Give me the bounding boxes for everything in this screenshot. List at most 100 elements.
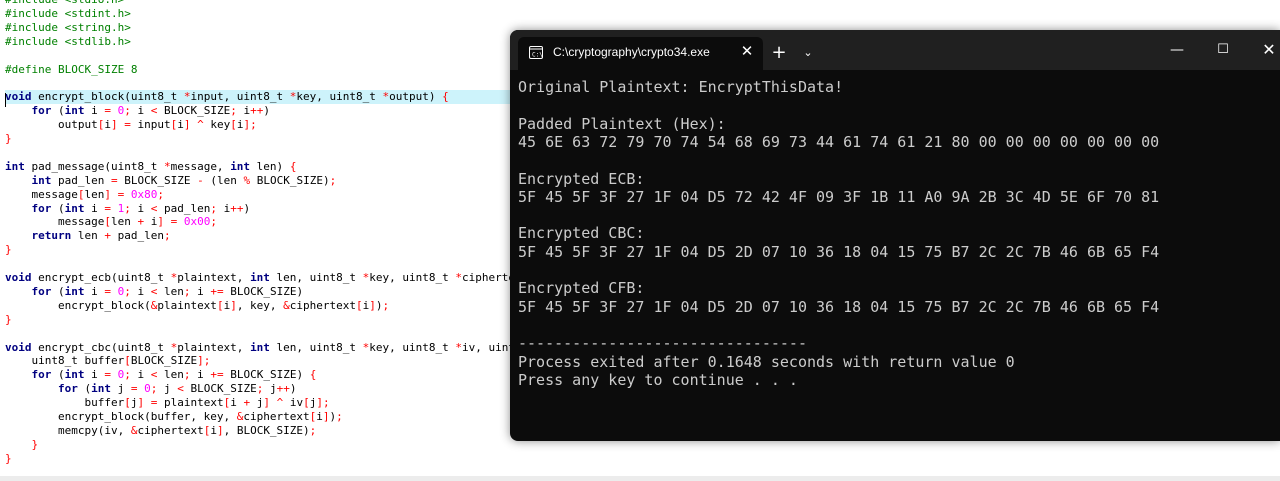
chevron-down-icon[interactable]: ⌄ bbox=[798, 42, 818, 64]
code-token: output) bbox=[389, 90, 443, 104]
terminal-window[interactable]: C:\ C:\cryptography\crypto34.exe ✕ + ⌄ —… bbox=[510, 30, 1280, 441]
code-token: [ bbox=[356, 298, 363, 312]
code-token: 0x80 bbox=[130, 187, 158, 201]
code-token: ; bbox=[124, 201, 131, 215]
code-token: encrypt_block(buffer, key, bbox=[5, 410, 237, 423]
code-token: ciphertext bbox=[137, 423, 204, 437]
code-token: = bbox=[104, 104, 111, 118]
code-token: = bbox=[124, 118, 131, 132]
code-token: { bbox=[442, 90, 449, 104]
code-token: ciphertext bbox=[289, 298, 357, 312]
console-line: Process exited after 0.1648 seconds with… bbox=[518, 352, 1015, 371]
code-token: ; bbox=[210, 215, 217, 229]
code-token: len bbox=[157, 284, 184, 298]
code-token: ] bbox=[369, 298, 376, 312]
code-token: ) bbox=[263, 104, 270, 118]
code-token: ] bbox=[104, 187, 111, 201]
code-line[interactable]: void encrypt_block(uint8_t *input, uint8… bbox=[5, 90, 510, 105]
code-token: int bbox=[64, 201, 85, 215]
code-token: pad_len bbox=[51, 173, 111, 187]
code-token: BLOCK_SIZE bbox=[183, 382, 257, 396]
code-token: 0 bbox=[144, 382, 151, 396]
code-token: message bbox=[5, 215, 105, 229]
code-token: ; bbox=[163, 229, 171, 243]
code-token: len bbox=[157, 368, 184, 382]
code-token: plaintext bbox=[157, 396, 224, 410]
code-token: ( bbox=[51, 284, 65, 298]
console-line: Encrypted CBC: bbox=[518, 224, 645, 243]
code-token: ++ bbox=[230, 201, 244, 215]
code-token: len bbox=[71, 229, 105, 243]
code-token: ; bbox=[230, 104, 237, 118]
code-token: pad_message(uint8_t bbox=[24, 159, 164, 173]
code-token: key bbox=[203, 118, 231, 132]
tab-title: C:\cryptography\crypto34.exe bbox=[553, 45, 710, 59]
code-token: iv bbox=[283, 396, 304, 410]
code-token: BLOCK_SIZE bbox=[117, 173, 198, 187]
code-token: j bbox=[263, 382, 277, 396]
code-token: #include <stdio.h> bbox=[5, 0, 124, 6]
terminal-titlebar[interactable]: C:\ C:\cryptography\crypto34.exe ✕ + ⌄ —… bbox=[510, 30, 1280, 70]
code-token: ( bbox=[77, 382, 92, 396]
code-token: encrypt_ecb(uint8_t bbox=[31, 271, 171, 284]
code-token: & bbox=[283, 298, 290, 312]
code-token: int bbox=[31, 173, 52, 187]
code-token: i bbox=[190, 368, 211, 382]
code-token: ++ bbox=[276, 382, 290, 396]
code-token: int bbox=[250, 271, 270, 284]
code-token: i bbox=[130, 104, 151, 118]
maximize-button[interactable]: ☐ bbox=[1200, 30, 1246, 70]
code-token: ( bbox=[51, 201, 65, 215]
code-token: i bbox=[130, 368, 151, 382]
console-app-icon: C:\ bbox=[529, 46, 543, 59]
code-token: (len bbox=[203, 173, 244, 187]
code-token: ciphertext bbox=[243, 410, 310, 423]
code-token: = bbox=[104, 284, 111, 298]
tab-close-icon[interactable]: ✕ bbox=[738, 42, 756, 60]
code-token: ; bbox=[124, 104, 131, 118]
code-token: ; bbox=[382, 298, 390, 312]
code-token: j bbox=[157, 382, 178, 396]
code-token: ; bbox=[329, 173, 337, 187]
console-output[interactable]: Original Plaintext: EncryptThisData! Padd… bbox=[518, 78, 1278, 438]
code-token: i bbox=[210, 423, 217, 437]
console-line: -------------------------------- bbox=[518, 334, 807, 353]
code-token: int bbox=[5, 159, 25, 173]
code-token: ; bbox=[210, 201, 217, 215]
code-token: * bbox=[455, 340, 462, 354]
code-token: } bbox=[5, 132, 12, 145]
code-token: ; bbox=[309, 423, 317, 437]
code-token: void bbox=[5, 90, 32, 104]
code-token: encrypt_cbc(uint8_t bbox=[31, 340, 171, 354]
close-window-button[interactable]: ✕ bbox=[1246, 30, 1280, 70]
code-token: message bbox=[5, 187, 78, 201]
code-token: len, uint8_t bbox=[269, 340, 363, 354]
console-line: Original Plaintext: EncryptThisData! bbox=[518, 78, 844, 96]
minimize-button[interactable]: — bbox=[1154, 30, 1200, 70]
code-token: , BLOCK_SIZE) bbox=[223, 423, 310, 437]
code-token: key, uint8_t bbox=[369, 340, 456, 354]
code-token: memcpy(iv, bbox=[5, 423, 131, 437]
terminal-tab[interactable]: C:\ C:\cryptography\crypto34.exe ✕ bbox=[518, 37, 763, 70]
code-token: ] bbox=[263, 396, 270, 410]
console-line: 5F 45 5F 3F 27 1F 04 D5 2D 07 10 36 18 0… bbox=[518, 297, 1160, 316]
code-token: i bbox=[144, 215, 158, 229]
code-token: int bbox=[64, 284, 85, 298]
new-tab-button[interactable]: + bbox=[768, 42, 790, 64]
code-token: void bbox=[5, 271, 32, 284]
code-token: i bbox=[236, 104, 251, 118]
code-token: int bbox=[64, 368, 85, 382]
code-line[interactable]: #include <stdint.h> bbox=[5, 7, 1280, 21]
code-token: i bbox=[316, 410, 323, 423]
code-line[interactable]: } bbox=[5, 452, 1280, 466]
code-token: ( bbox=[51, 104, 65, 118]
console-line: Padded Plaintext (Hex): bbox=[518, 114, 726, 133]
code-token: return bbox=[31, 229, 72, 243]
console-line: 5F 45 5F 3F 27 1F 04 D5 2D 07 10 36 18 0… bbox=[518, 242, 1160, 261]
svg-text:C:\: C:\ bbox=[532, 52, 543, 59]
